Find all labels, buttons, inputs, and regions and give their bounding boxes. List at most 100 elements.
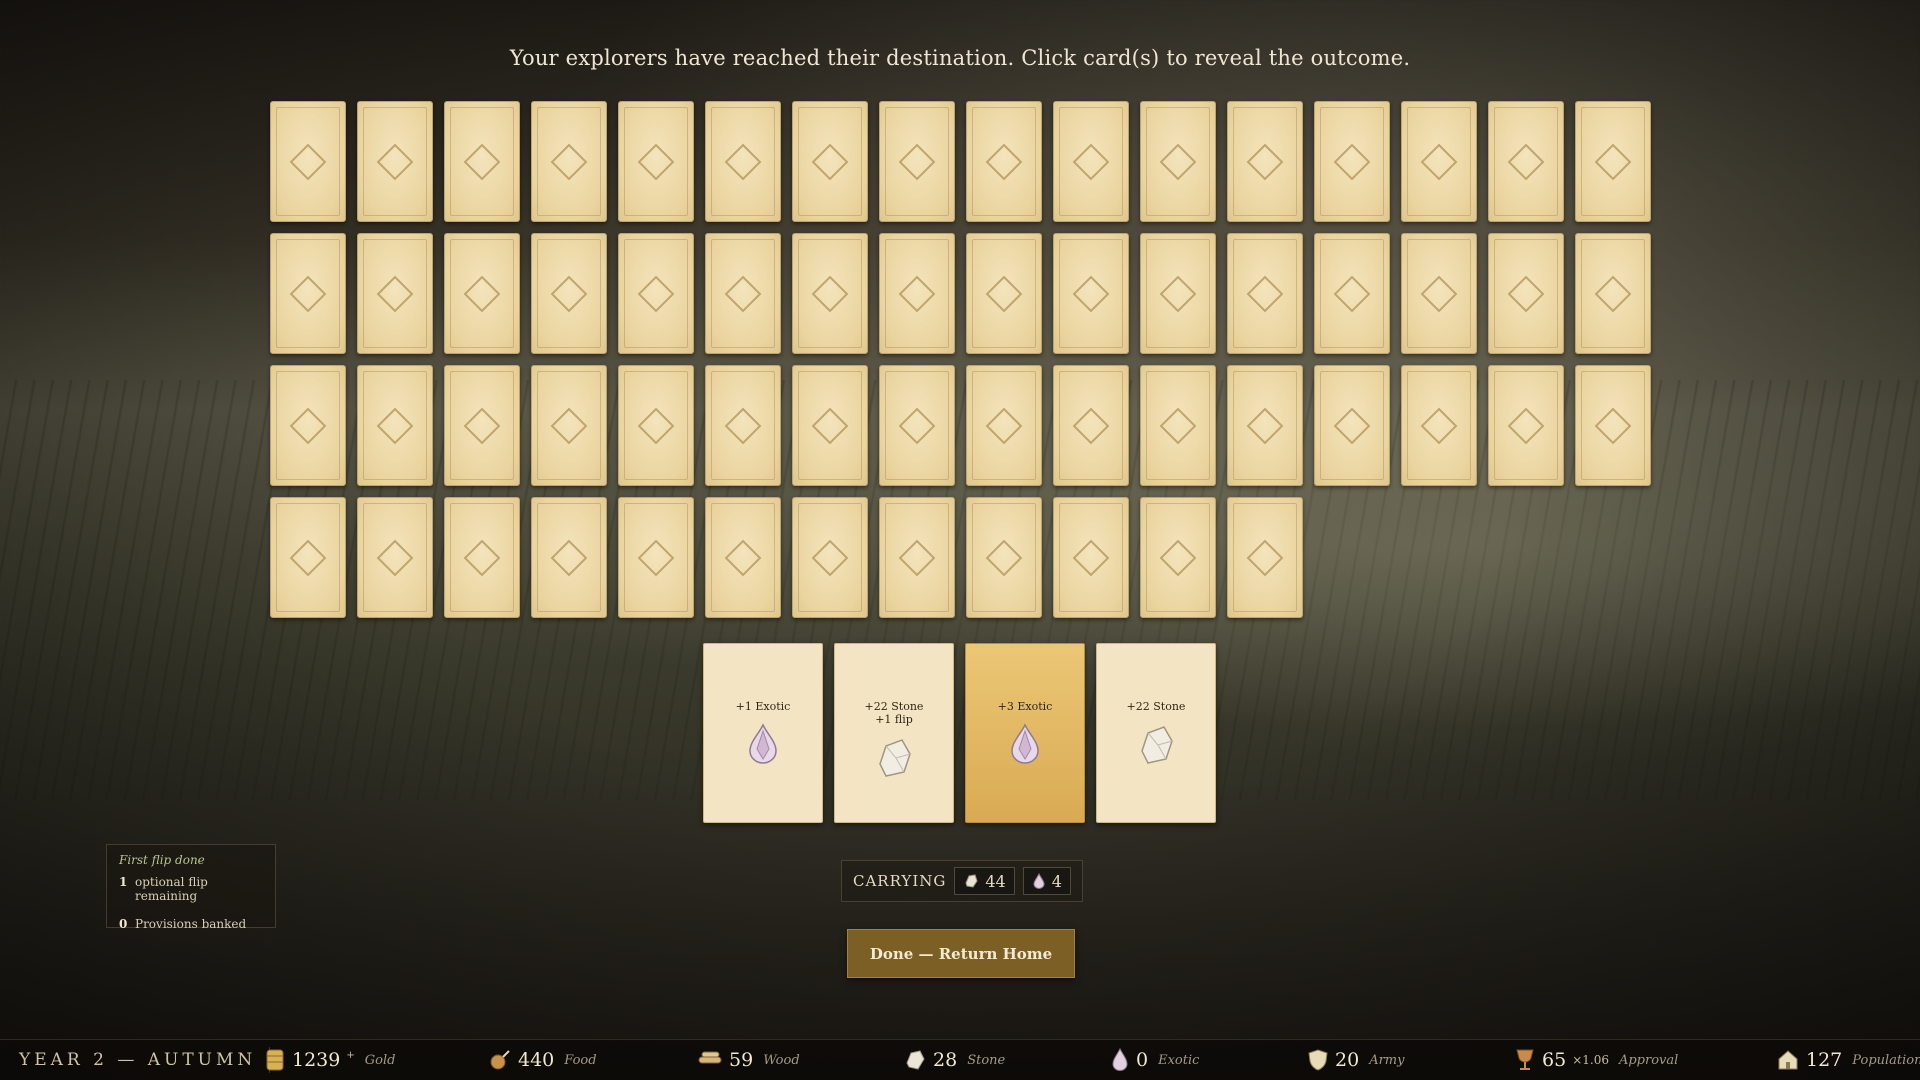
hidden-card[interactable] <box>705 365 781 486</box>
hidden-card[interactable] <box>1140 233 1216 354</box>
population-value: 127 <box>1806 1049 1843 1071</box>
hidden-card[interactable] <box>444 233 520 354</box>
hidden-card[interactable] <box>270 497 346 618</box>
diamond-icon <box>550 539 588 576</box>
hidden-card[interactable] <box>792 233 868 354</box>
hidden-card[interactable] <box>1575 101 1651 222</box>
provisions-label: Provisions banked <box>135 917 247 931</box>
hidden-card[interactable] <box>1227 365 1303 486</box>
hidden-card[interactable] <box>618 233 694 354</box>
carrying-panel: CARRYING 44 4 <box>841 860 1083 902</box>
goblet-icon <box>1516 1049 1534 1070</box>
hidden-card[interactable] <box>705 233 781 354</box>
diamond-icon <box>724 143 762 180</box>
hidden-card[interactable] <box>531 497 607 618</box>
hidden-card[interactable] <box>792 497 868 618</box>
hidden-card[interactable] <box>1314 233 1390 354</box>
carrying-exotic-value: 4 <box>1051 871 1062 891</box>
hidden-card[interactable] <box>1140 497 1216 618</box>
hidden-card[interactable] <box>966 233 1042 354</box>
hidden-card[interactable] <box>1314 101 1390 222</box>
diamond-icon <box>1246 407 1284 444</box>
diamond-icon <box>1507 407 1545 444</box>
diamond-icon <box>1159 407 1197 444</box>
hidden-card[interactable] <box>1140 365 1216 486</box>
hidden-card[interactable] <box>792 365 868 486</box>
hidden-card[interactable] <box>618 365 694 486</box>
stone-icon <box>965 874 978 888</box>
revealed-card-label: +22 Stone <box>1126 700 1186 713</box>
hidden-card[interactable] <box>705 497 781 618</box>
carrying-exotic: 4 <box>1022 867 1071 895</box>
diamond-icon <box>1159 275 1197 312</box>
shield-icon <box>1308 1049 1328 1071</box>
carrying-stone-value: 44 <box>985 871 1006 891</box>
hidden-card[interactable] <box>1053 101 1129 222</box>
hidden-card[interactable] <box>531 101 607 222</box>
gold-value: 1239 <box>292 1049 341 1071</box>
hidden-card[interactable] <box>1053 233 1129 354</box>
hidden-card[interactable] <box>1401 365 1477 486</box>
diamond-icon <box>463 275 501 312</box>
exotic-gem-icon <box>1112 1047 1128 1071</box>
exotic-resource: 0 Exotic <box>1110 1047 1199 1073</box>
hidden-card[interactable] <box>1401 233 1477 354</box>
hidden-card[interactable] <box>1227 233 1303 354</box>
hidden-card[interactable] <box>966 365 1042 486</box>
hidden-card[interactable] <box>357 497 433 618</box>
exotic-gem-icon <box>1005 721 1045 769</box>
hidden-card[interactable] <box>531 233 607 354</box>
hidden-card[interactable] <box>1140 101 1216 222</box>
hidden-card[interactable] <box>1575 365 1651 486</box>
hidden-card[interactable] <box>1227 497 1303 618</box>
diamond-icon <box>811 143 849 180</box>
diamond-icon <box>811 407 849 444</box>
hidden-card[interactable] <box>1488 365 1564 486</box>
diamond-icon <box>1246 539 1284 576</box>
hidden-card[interactable] <box>966 101 1042 222</box>
hidden-card[interactable] <box>879 365 955 486</box>
hidden-card[interactable] <box>1053 365 1129 486</box>
hidden-card[interactable] <box>1053 497 1129 618</box>
hidden-card[interactable] <box>444 365 520 486</box>
hidden-card[interactable] <box>705 101 781 222</box>
diamond-icon <box>1072 143 1110 180</box>
hidden-card[interactable] <box>531 365 607 486</box>
hidden-card[interactable] <box>879 233 955 354</box>
diamond-icon <box>1246 143 1284 180</box>
diamond-icon <box>637 407 675 444</box>
hidden-card[interactable] <box>1401 101 1477 222</box>
hidden-card[interactable] <box>357 101 433 222</box>
revealed-card: +22 Stone <box>1096 643 1216 823</box>
hidden-card[interactable] <box>792 101 868 222</box>
hidden-card[interactable] <box>618 497 694 618</box>
population-label: Population <box>1852 1052 1920 1068</box>
wood-value: 59 <box>729 1049 754 1071</box>
diamond-icon <box>1594 143 1632 180</box>
diamond-icon <box>376 539 414 576</box>
hidden-card[interactable] <box>1575 233 1651 354</box>
hidden-card[interactable] <box>270 233 346 354</box>
flip-status-panel: First flip done 1 optional flip remainin… <box>106 844 276 931</box>
hidden-card[interactable] <box>966 497 1042 618</box>
hidden-card[interactable] <box>357 233 433 354</box>
hidden-card[interactable] <box>1488 101 1564 222</box>
hidden-card[interactable] <box>1227 101 1303 222</box>
diamond-icon <box>1333 407 1371 444</box>
hidden-card[interactable] <box>444 101 520 222</box>
diamond-icon <box>1246 275 1284 312</box>
hidden-card[interactable] <box>1488 233 1564 354</box>
hidden-card[interactable] <box>879 497 955 618</box>
hidden-card[interactable] <box>1314 365 1390 486</box>
diamond-icon <box>1159 143 1197 180</box>
hidden-card[interactable] <box>270 101 346 222</box>
revealed-card-label: +22 Stone +1 flip <box>864 700 924 726</box>
hidden-card[interactable] <box>270 365 346 486</box>
stone-icon <box>906 1050 925 1070</box>
hidden-card[interactable] <box>618 101 694 222</box>
hidden-card[interactable] <box>879 101 955 222</box>
stone-value: 28 <box>933 1049 958 1071</box>
hidden-card[interactable] <box>444 497 520 618</box>
hidden-card[interactable] <box>357 365 433 486</box>
done-return-home-button[interactable]: Done — Return Home <box>847 929 1075 978</box>
